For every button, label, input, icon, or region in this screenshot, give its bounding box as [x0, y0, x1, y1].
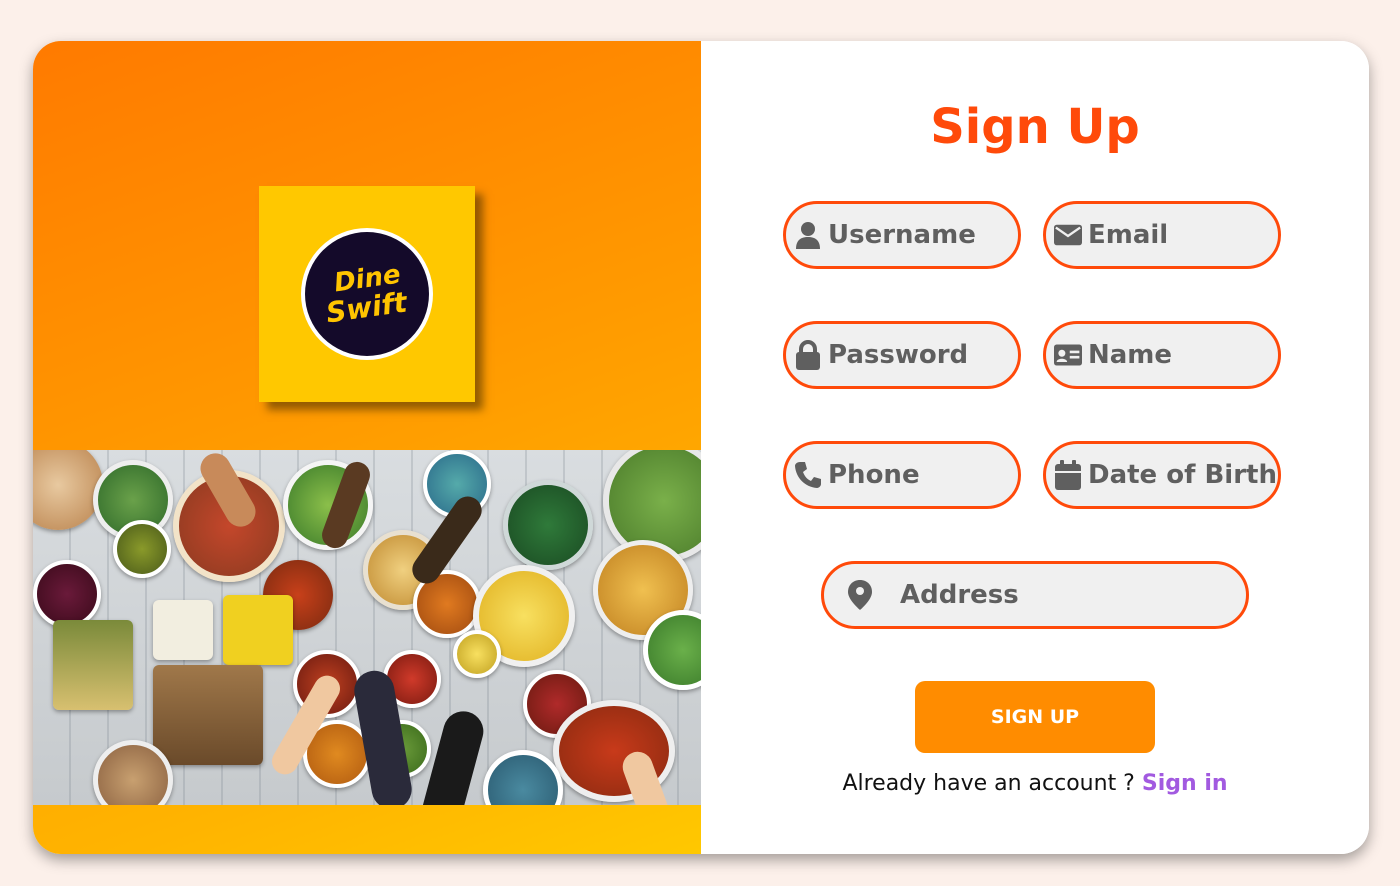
dob-field[interactable] [1043, 441, 1281, 509]
username-input[interactable] [822, 220, 1018, 250]
email-field[interactable] [1043, 201, 1281, 269]
phone-input[interactable] [822, 460, 1018, 490]
email-input[interactable] [1082, 220, 1278, 250]
envelope-icon [1054, 221, 1082, 249]
password-field[interactable] [783, 321, 1021, 389]
signin-prompt-text: Already have an account ? [842, 771, 1135, 796]
address-field[interactable] [821, 561, 1260, 629]
username-field[interactable] [783, 201, 1021, 269]
logo-text-swift: Swift [324, 285, 410, 330]
map-pin-icon [846, 580, 874, 610]
logo: Dine Swift [301, 228, 433, 360]
signup-form-panel: Sign Up Username Email Name Phone Date o… [701, 41, 1369, 854]
form-title: Sign Up [930, 99, 1140, 155]
logo-tile: Dine Swift [259, 186, 475, 402]
calendar-icon [1054, 460, 1082, 490]
sign-up-button[interactable]: SIGN UP [915, 681, 1155, 753]
signup-card: Dine Swift Sign Up Username Email Name P… [33, 41, 1369, 854]
name-input[interactable] [1082, 340, 1278, 370]
user-icon [794, 221, 822, 249]
id-card-icon [1054, 341, 1082, 369]
sign-in-link[interactable]: Sign in [1142, 771, 1228, 796]
phone-field[interactable] [783, 441, 1021, 509]
brand-panel: Dine Swift [33, 41, 701, 854]
food-table-image [33, 450, 701, 805]
address-input[interactable] [874, 580, 1260, 610]
name-field[interactable] [1043, 321, 1281, 389]
password-input[interactable] [822, 340, 1018, 370]
dob-input[interactable] [1082, 460, 1278, 490]
lock-icon [794, 340, 822, 370]
signin-prompt-line: Already have an account ? Sign in [701, 771, 1369, 796]
logo-disc: Dine Swift [305, 232, 429, 356]
phone-icon [794, 461, 822, 489]
